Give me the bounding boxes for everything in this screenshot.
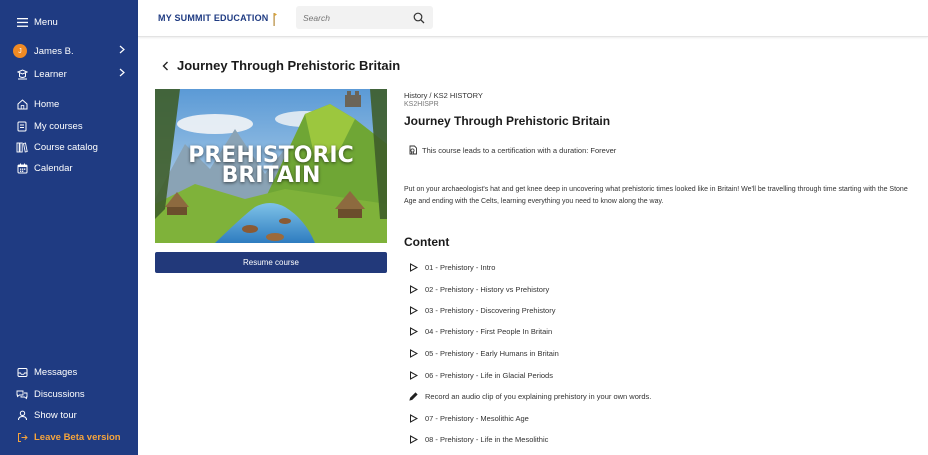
discussion-icon: [16, 388, 28, 400]
content-item[interactable]: 02 - Prehistory - History vs Prehistory: [408, 282, 549, 296]
content-item-label: Record an audio clip of you explaining p…: [425, 391, 652, 401]
certificate-icon: [408, 145, 418, 155]
play-icon: [408, 262, 418, 272]
course-hero-image: PREHISTORIC BRITAIN: [155, 89, 387, 243]
play-icon: [408, 284, 418, 294]
play-icon: [408, 434, 418, 444]
leave-beta-button[interactable]: Leave Beta version: [0, 427, 138, 447]
breadcrumb: History / KS2 HISTORY: [404, 91, 483, 100]
logo-text: MY SUMMIT EDUCATION: [158, 13, 269, 23]
brand-logo[interactable]: MY SUMMIT EDUCATION: [158, 12, 278, 26]
certification-info: This course leads to a certification wit…: [408, 145, 616, 155]
course-title: Journey Through Prehistoric Britain: [404, 114, 611, 128]
summit-flag-icon: [271, 12, 278, 26]
user-name: James B.: [34, 45, 74, 57]
chevron-left-icon: [162, 61, 168, 71]
content-item-label: 06 - Prehistory - Life in Glacial Period…: [425, 370, 553, 380]
menu-toggle[interactable]: Menu: [0, 12, 138, 32]
book-icon: [16, 120, 28, 132]
course-description: Put on your archaeologist's hat and get …: [404, 186, 908, 205]
home-icon: [16, 98, 28, 110]
nav-course-catalog[interactable]: Course catalog: [0, 137, 138, 157]
course-code: KS2HISPR: [404, 101, 439, 108]
menu-label: Menu: [34, 16, 58, 28]
play-icon: [408, 326, 418, 336]
content-item[interactable]: 08 - Prehistory - Life in the Mesolithic: [408, 432, 548, 446]
content-item-label: 05 - Prehistory - Early Humans in Britai…: [425, 348, 559, 358]
user-profile[interactable]: J James B.: [0, 41, 138, 61]
nav-my-courses-label: My courses: [34, 120, 83, 132]
resume-course-button[interactable]: Resume course: [155, 252, 387, 273]
content-item[interactable]: 05 - Prehistory - Early Humans in Britai…: [408, 346, 559, 360]
play-icon: [408, 413, 418, 423]
content-item-label: 01 - Prehistory - Intro: [425, 262, 496, 272]
search-box[interactable]: [296, 6, 433, 29]
content-item-label: 02 - Prehistory - History vs Prehistory: [425, 284, 550, 294]
inbox-icon: [16, 366, 28, 378]
content-heading: Content: [404, 235, 450, 249]
hero-title-line2: BRITAIN: [221, 163, 321, 188]
learner-label: Learner: [34, 68, 67, 80]
nav-course-catalog-label: Course catalog: [34, 141, 98, 153]
content-item[interactable]: 06 - Prehistory - Life in Glacial Period…: [408, 368, 553, 382]
nav-calendar[interactable]: Calendar: [0, 158, 138, 178]
content-item[interactable]: 03 - Prehistory - Discovering Prehistory: [408, 303, 555, 317]
content-item-label: 07 - Prehistory - Mesolithic Age: [425, 413, 529, 423]
chevron-right-icon: [119, 68, 125, 80]
avatar: J: [13, 44, 27, 58]
nav-home[interactable]: Home: [0, 94, 138, 114]
nav-show-tour[interactable]: Show tour: [0, 405, 138, 425]
nav-show-tour-label: Show tour: [34, 409, 77, 421]
sidebar: Menu J James B. Learner Home My courses: [0, 0, 138, 455]
content-item-label: 08 - Prehistory - Life in the Mesolithic: [425, 434, 549, 444]
calendar-icon: [16, 162, 28, 174]
search-input[interactable]: [296, 12, 401, 23]
learner-icon: [16, 68, 28, 80]
nav-discussions[interactable]: Discussions: [0, 384, 138, 404]
page-title: Journey Through Prehistoric Britain: [177, 58, 401, 73]
content-item-label: 03 - Prehistory - Discovering Prehistory: [425, 305, 556, 315]
play-icon: [408, 370, 418, 380]
play-icon: [408, 348, 418, 358]
back-button[interactable]: [162, 59, 172, 73]
content-item[interactable]: Record an audio clip of you explaining p…: [408, 389, 651, 403]
nav-home-label: Home: [34, 98, 60, 110]
leave-beta-label: Leave Beta version: [34, 431, 121, 443]
nav-messages-label: Messages: [34, 366, 78, 378]
leave-beta-icon: [16, 431, 28, 443]
pencil-icon: [408, 391, 418, 401]
top-header: MY SUMMIT EDUCATION: [138, 0, 928, 37]
hamburger-icon: [16, 16, 28, 28]
certification-text: This course leads to a certification wit…: [422, 145, 617, 155]
hero-title-overlay: PREHISTORIC BRITAIN: [155, 145, 387, 188]
content-item[interactable]: 07 - Prehistory - Mesolithic Age: [408, 411, 529, 425]
nav-discussions-label: Discussions: [34, 388, 85, 400]
tour-icon: [16, 409, 28, 421]
nav-calendar-label: Calendar: [34, 162, 73, 174]
catalog-icon: [16, 141, 28, 153]
search-icon[interactable]: [413, 11, 425, 24]
nav-messages[interactable]: Messages: [0, 362, 138, 382]
content-item[interactable]: 04 - Prehistory - First People In Britai…: [408, 324, 552, 338]
nav-my-courses[interactable]: My courses: [0, 116, 138, 136]
content-item-label: 04 - Prehistory - First People In Britai…: [425, 326, 553, 336]
content-item[interactable]: 01 - Prehistory - Intro: [408, 260, 495, 274]
chevron-right-icon: [119, 45, 125, 57]
learner-switch[interactable]: Learner: [0, 64, 138, 84]
play-icon: [408, 305, 418, 315]
